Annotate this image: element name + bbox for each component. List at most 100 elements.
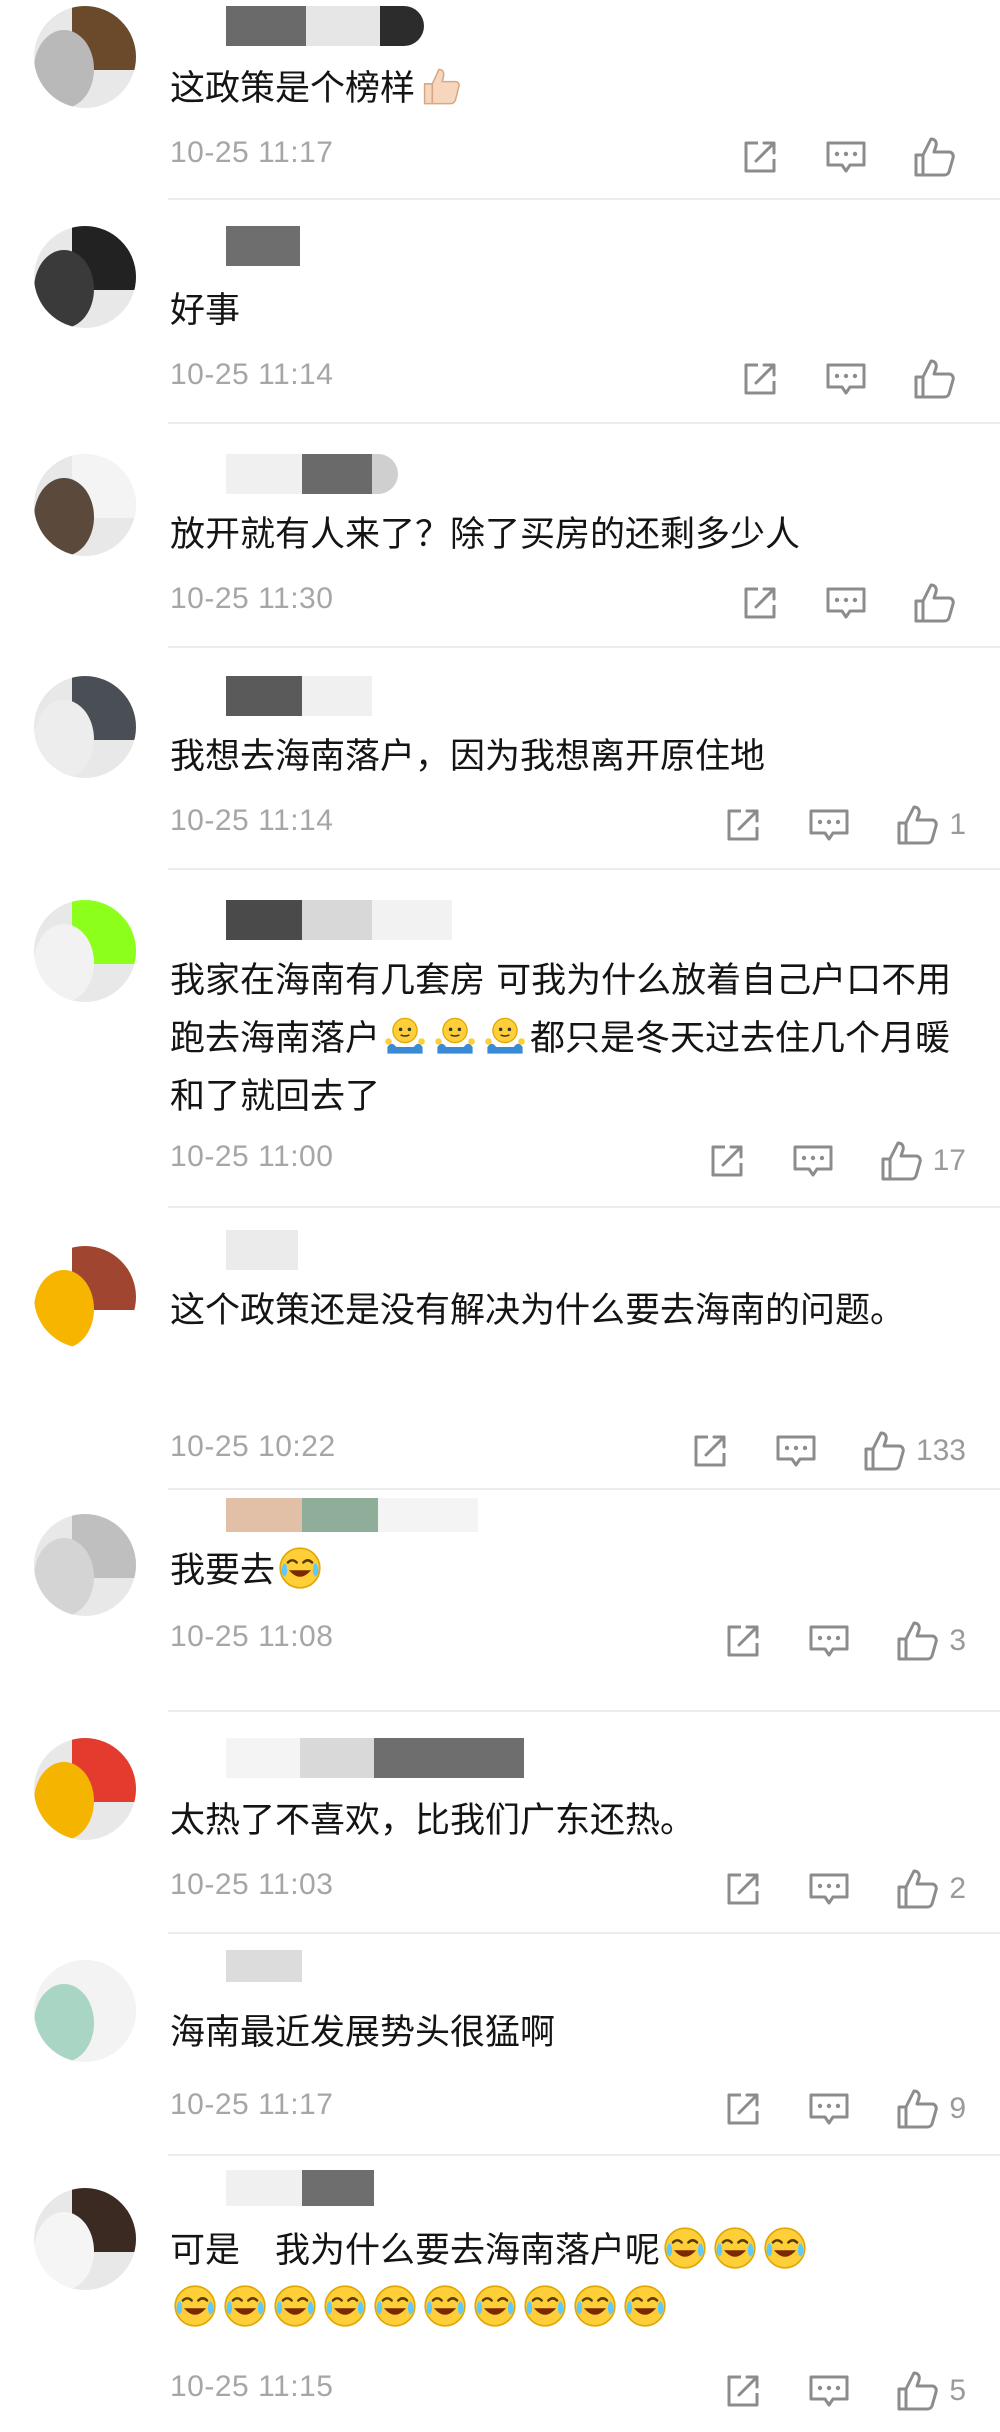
avatar[interactable]	[34, 1960, 136, 2062]
avatar[interactable]	[34, 2188, 136, 2290]
like-button[interactable]: 133	[862, 1429, 966, 1473]
thumbs-up-icon	[879, 1139, 923, 1183]
username-redacted[interactable]	[226, 6, 424, 46]
avatar[interactable]	[34, 226, 136, 328]
username-redacted[interactable]	[226, 2170, 374, 2206]
share-button[interactable]	[723, 2089, 763, 2129]
comment-item: 我家在海南有几套房 可我为什么放着自己户口不用跑去海南落户 都只是冬天过去住几个月…	[0, 870, 1000, 1206]
comment-time: 10-25 11:17	[170, 2088, 334, 2121]
reply-button[interactable]	[824, 583, 868, 623]
reply-icon	[807, 2371, 851, 2411]
avatar[interactable]	[34, 6, 136, 108]
laughing-crying-emoji	[423, 2284, 467, 2328]
reply-icon	[824, 137, 868, 177]
username-redacted[interactable]	[226, 676, 372, 716]
comment-text: 海南最近发展势头很猛啊	[170, 2013, 556, 2053]
share-button[interactable]	[723, 2371, 763, 2411]
comment-item: 可是 我为什么要去海南落户呢 10-25 11:15 5	[0, 2156, 1000, 2432]
thumbs-up-icon	[912, 581, 956, 625]
comment-time: 10-25 11:14	[170, 358, 334, 391]
laughing-crying-emoji	[173, 2284, 217, 2328]
like-button[interactable]: 17	[879, 1139, 966, 1183]
shrug-emoji	[383, 1014, 427, 1058]
like-button[interactable]	[912, 135, 966, 179]
share-button[interactable]	[690, 1431, 730, 1471]
avatar[interactable]	[34, 454, 136, 556]
share-button[interactable]	[723, 1621, 763, 1661]
share-button[interactable]	[740, 137, 780, 177]
laughing-crying-emoji	[373, 2284, 417, 2328]
share-button[interactable]	[740, 359, 780, 399]
username-redacted[interactable]	[226, 1498, 478, 1532]
reply-icon	[791, 1141, 835, 1181]
comment-time: 10-25 11:14	[170, 804, 334, 837]
comment-item: 我想去海南落户，因为我想离开原住地 10-25 11:14 1	[0, 648, 1000, 868]
thumbs-up-icon	[895, 1867, 939, 1911]
comment-text: 好事	[170, 291, 241, 331]
share-button[interactable]	[723, 1869, 763, 1909]
comment-item: 放开就有人来了？除了买房的还剩多少人 10-25 11:30	[0, 424, 1000, 646]
username-redacted[interactable]	[226, 454, 398, 494]
like-button[interactable]: 1	[895, 803, 966, 847]
share-button[interactable]	[723, 805, 763, 845]
share-icon	[740, 137, 780, 177]
laughing-crying-emoji	[323, 2284, 367, 2328]
like-button[interactable]: 5	[895, 2369, 966, 2413]
like-count: 133	[915, 1434, 966, 1467]
reply-icon	[807, 1869, 851, 1909]
avatar[interactable]	[34, 1246, 136, 1348]
thumbs-up-icon	[895, 2087, 939, 2131]
like-button[interactable]	[912, 357, 966, 401]
username-redacted[interactable]	[226, 1950, 302, 1982]
share-icon	[740, 359, 780, 399]
laughing-crying-emoji	[763, 2226, 807, 2270]
comment-time: 10-25 11:03	[170, 1868, 334, 1901]
share-icon	[723, 805, 763, 845]
username-redacted[interactable]	[226, 900, 452, 940]
share-icon	[723, 1869, 763, 1909]
reply-icon	[807, 805, 851, 845]
reply-button[interactable]	[807, 1621, 851, 1661]
comment-time: 10-25 11:30	[170, 582, 334, 615]
avatar[interactable]	[34, 900, 136, 1002]
reply-button[interactable]	[807, 2089, 851, 2129]
like-button[interactable]	[912, 581, 966, 625]
reply-button[interactable]	[791, 1141, 835, 1181]
share-icon	[723, 1621, 763, 1661]
comment-item: 太热了不喜欢，比我们广东还热。 10-25 11:03 2	[0, 1712, 1000, 1934]
reply-icon	[824, 583, 868, 623]
like-button[interactable]: 2	[895, 1867, 966, 1911]
thumbs-up-icon	[895, 1619, 939, 1663]
comment-text: 放开就有人来了？除了买房的还剩多少人	[170, 515, 801, 555]
like-button[interactable]: 9	[895, 2087, 966, 2131]
comment-text: 太热了不喜欢，比我们广东还热。	[170, 1801, 696, 1841]
share-button[interactable]	[707, 1141, 747, 1181]
share-icon	[723, 2371, 763, 2411]
laughing-crying-emoji	[523, 2284, 567, 2328]
comment-text: 可是 我为什么要去海南落户呢	[170, 2222, 964, 2338]
username-redacted[interactable]	[226, 1230, 298, 1270]
username-redacted[interactable]	[226, 226, 300, 266]
username-redacted[interactable]	[226, 1738, 524, 1778]
comment-text: 这政策是个榜样	[170, 60, 964, 118]
reply-button[interactable]	[807, 2371, 851, 2411]
comment-item: 好事 10-25 11:14	[0, 200, 1000, 422]
avatar[interactable]	[34, 676, 136, 778]
thumbs-up-icon	[895, 803, 939, 847]
reply-button[interactable]	[824, 359, 868, 399]
like-button[interactable]: 3	[895, 1619, 966, 1663]
shrug-emoji	[483, 1014, 527, 1058]
avatar[interactable]	[34, 1514, 136, 1616]
laughing-crying-emoji	[278, 1546, 322, 1590]
reply-button[interactable]	[774, 1431, 818, 1471]
avatar[interactable]	[34, 1738, 136, 1840]
shrug-emoji	[433, 1014, 477, 1058]
reply-button[interactable]	[824, 137, 868, 177]
comment-time: 10-25 10:22	[170, 1430, 336, 1463]
reply-button[interactable]	[807, 1869, 851, 1909]
comment-item: 海南最近发展势头很猛啊 10-25 11:17 9	[0, 1934, 1000, 2154]
laughing-crying-emoji	[713, 2226, 757, 2270]
share-button[interactable]	[740, 583, 780, 623]
like-count: 3	[949, 1624, 966, 1657]
reply-button[interactable]	[807, 805, 851, 845]
